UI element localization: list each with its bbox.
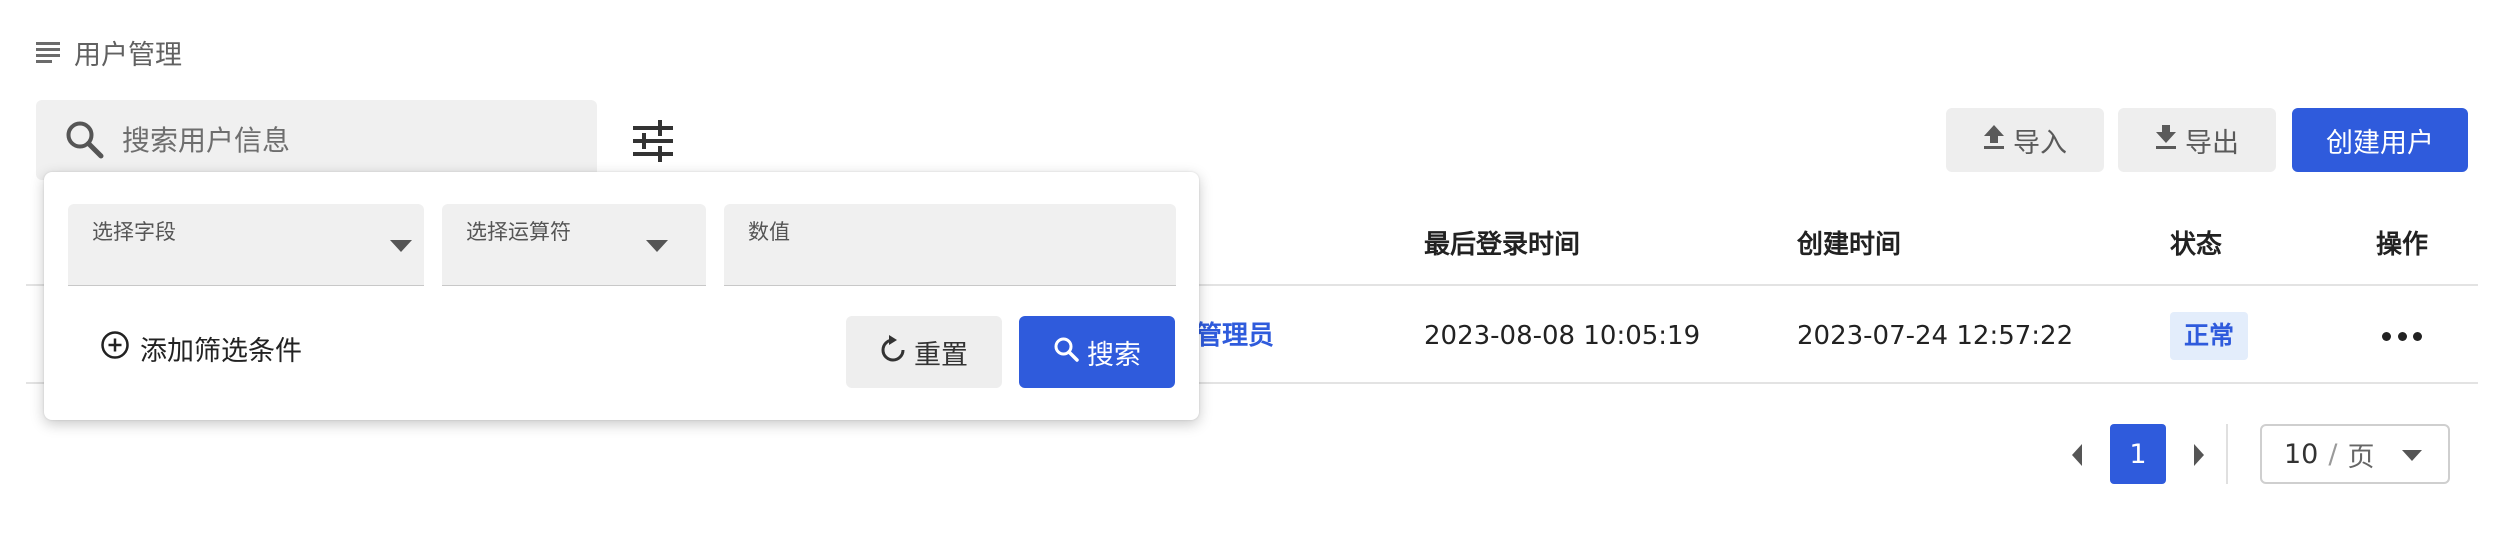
value-field-label: 数值 <box>748 220 790 244</box>
import-label: 导入 <box>2013 127 2067 159</box>
column-actions: 操作 <box>2376 230 2429 260</box>
list-icon <box>36 42 60 63</box>
chevron-right-icon[interactable] <box>2186 440 2212 470</box>
reset-button[interactable]: 重置 <box>846 316 1002 388</box>
page-header: 用户管理 <box>36 30 182 74</box>
page-size-value: 10 <box>2284 438 2319 470</box>
value-field[interactable]: 数值 <box>724 204 1176 286</box>
search-box[interactable] <box>36 100 597 180</box>
caret-down-icon <box>2402 450 2422 461</box>
created-cell: 2023-07-24 12:57:22 <box>1797 321 2074 351</box>
search-input[interactable] <box>122 123 542 157</box>
page-size-separator: / <box>2328 438 2338 470</box>
pagination-divider <box>2226 424 2228 484</box>
page-title: 用户管理 <box>74 39 182 71</box>
page-current-button[interactable]: 1 <box>2110 424 2166 484</box>
column-status: 状态 <box>2170 230 2223 260</box>
add-filter-condition-label: 添加筛选条件 <box>140 335 302 367</box>
field-select-label: 选择字段 <box>92 220 176 244</box>
create-user-button[interactable]: 创建用户 <box>2292 108 2468 172</box>
operator-select-label: 选择运算符 <box>466 220 571 244</box>
filter-popover: 选择字段 选择运算符 数值 添加筛选条件 重置 搜索 <box>44 172 1199 420</box>
column-created[interactable]: 创建时间 <box>1797 204 1901 286</box>
export-button[interactable]: 导出 <box>2118 108 2276 172</box>
upload-icon <box>1983 124 2005 157</box>
operator-select[interactable]: 选择运算符 <box>442 204 706 286</box>
role-link[interactable]: 管理员 <box>1196 288 1274 384</box>
status-badge: 正常 <box>2170 312 2249 360</box>
field-select[interactable]: 选择字段 <box>68 204 424 286</box>
add-filter-condition-button[interactable]: 添加筛选条件 <box>100 320 302 376</box>
export-label: 导出 <box>2185 127 2239 159</box>
search-icon <box>1053 336 1079 369</box>
chevron-left-icon[interactable] <box>2064 440 2090 470</box>
caret-down-icon <box>646 240 668 252</box>
refresh-icon <box>880 334 906 370</box>
caret-down-icon <box>390 240 412 252</box>
search-button[interactable]: 搜索 <box>1019 316 1175 388</box>
page-size-select[interactable]: 10 / 页 <box>2260 424 2450 484</box>
plus-circle-icon <box>100 330 130 367</box>
column-last-login[interactable]: 最后登录时间 <box>1424 204 1580 286</box>
last-login-cell: 2023-08-08 10:05:19 <box>1424 321 1701 351</box>
search-icon <box>64 119 106 161</box>
download-icon <box>2155 124 2177 157</box>
reset-label: 重置 <box>914 339 968 371</box>
filter-sliders-icon[interactable] <box>630 118 676 164</box>
search-label: 搜索 <box>1087 339 1141 371</box>
more-icon[interactable] <box>2382 318 2422 354</box>
import-button[interactable]: 导入 <box>1946 108 2104 172</box>
page-size-unit: 页 <box>2347 441 2375 473</box>
